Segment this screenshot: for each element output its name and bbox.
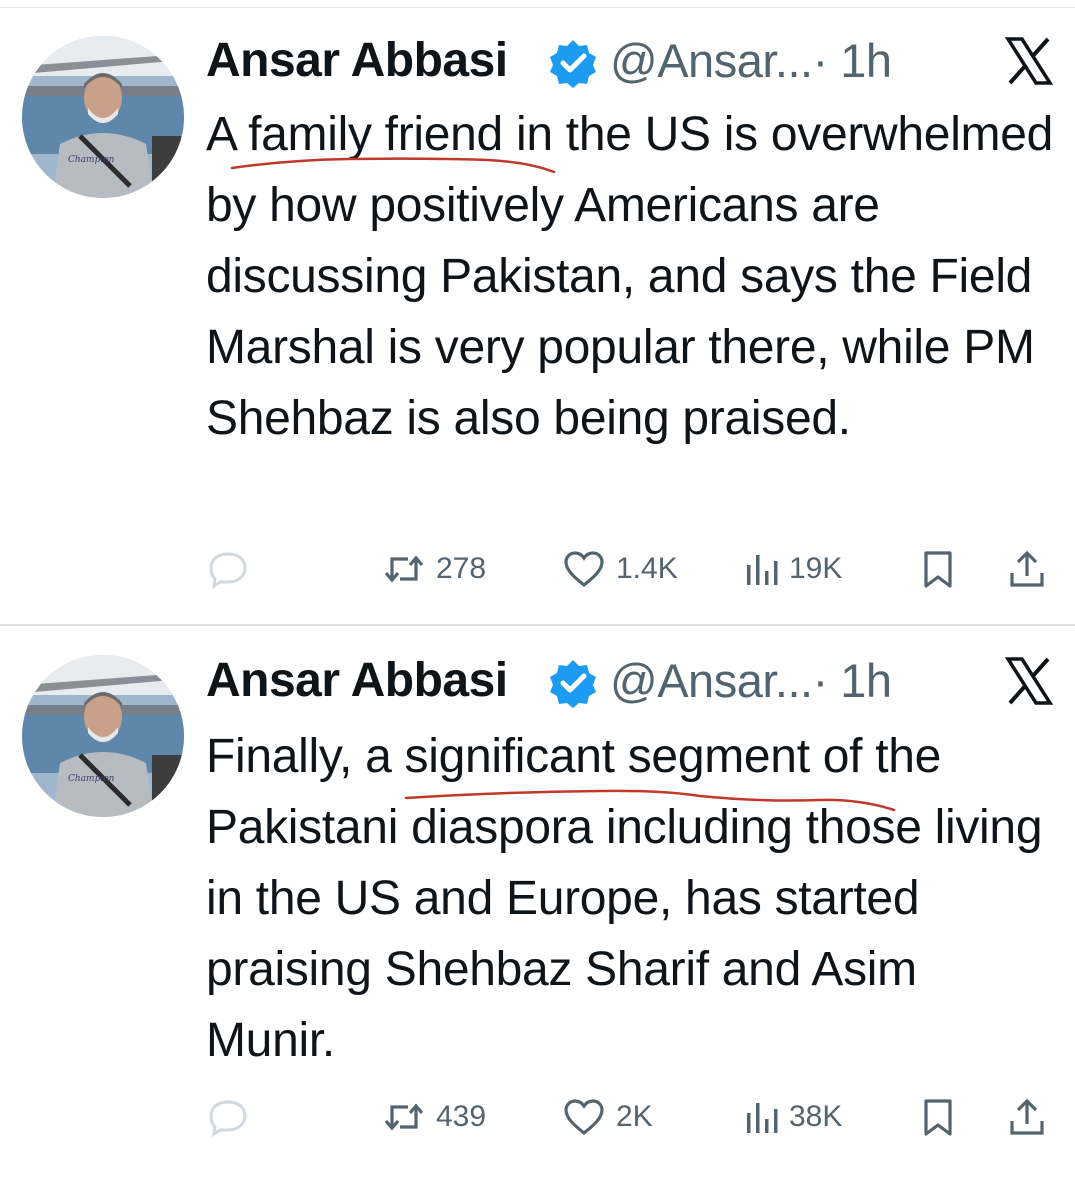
repost-count: 278 [436, 552, 487, 585]
repost-button[interactable]: 278 [382, 544, 486, 594]
author-name[interactable]: Ansar Abbasi [206, 653, 508, 708]
like-button[interactable]: 2K [562, 1092, 653, 1142]
heart-icon [564, 551, 604, 588]
tweet-actions: 439 2K 38K [0, 1092, 1075, 1142]
reply-button[interactable] [207, 1092, 249, 1142]
author-handle[interactable]: @Ansar...· 1h [610, 653, 892, 708]
repost-icon [384, 1103, 424, 1131]
author-handle[interactable]: @Ansar...· 1h [610, 33, 892, 88]
avatar[interactable]: Champion [22, 655, 184, 817]
share-upload-icon [1010, 1098, 1044, 1135]
verified-badge-icon [548, 38, 598, 88]
bookmark-button[interactable] [918, 1092, 958, 1142]
heart-icon [564, 1099, 604, 1136]
share-button[interactable] [1007, 544, 1047, 594]
author-name[interactable]: Ansar Abbasi [206, 33, 508, 88]
bookmark-button[interactable] [918, 544, 958, 594]
views-count: 19K [789, 552, 843, 585]
views-bar-chart-icon [747, 555, 778, 585]
avatar[interactable]: Champion [22, 36, 184, 198]
views-bar-chart-icon [747, 1103, 778, 1133]
like-count: 2K [616, 1100, 653, 1133]
x-logo-icon [1004, 36, 1054, 86]
tweet-actions: 278 1.4K 19K [0, 544, 1075, 594]
share-button[interactable] [1007, 1092, 1047, 1142]
like-count: 1.4K [616, 552, 678, 585]
tweet-2[interactable]: Champion Ansar Abbasi @Ansar...· 1h Fina… [0, 626, 1075, 1200]
repost-count: 439 [436, 1100, 487, 1133]
views-count: 38K [789, 1100, 843, 1133]
timestamp[interactable]: · 1h [813, 34, 893, 87]
tweet-text: Finally, a significant segment of the Pa… [206, 730, 1043, 1067]
tweet-text: A family friend in the US is overwhelmed… [206, 108, 1054, 445]
timestamp[interactable]: · 1h [813, 654, 893, 707]
like-button[interactable]: 1.4K [562, 544, 678, 594]
reply-bubble-icon [209, 1100, 247, 1137]
verified-badge-icon [548, 658, 598, 708]
svg-text:Champion: Champion [68, 155, 115, 165]
x-logo-icon [1004, 656, 1054, 706]
repost-button[interactable]: 439 [382, 1092, 486, 1142]
views-button[interactable]: 19K [743, 544, 842, 594]
bookmark-icon [924, 551, 952, 588]
bookmark-icon [924, 1099, 952, 1136]
share-upload-icon [1010, 550, 1044, 587]
reply-bubble-icon [209, 552, 247, 589]
repost-icon [384, 555, 424, 583]
tweet-1[interactable]: Champion Ansar Abbasi @Ansar...· 1h A fa… [0, 0, 1075, 624]
svg-text:Champion: Champion [68, 774, 115, 784]
views-button[interactable]: 38K [743, 1092, 842, 1142]
reply-button[interactable] [207, 544, 249, 594]
